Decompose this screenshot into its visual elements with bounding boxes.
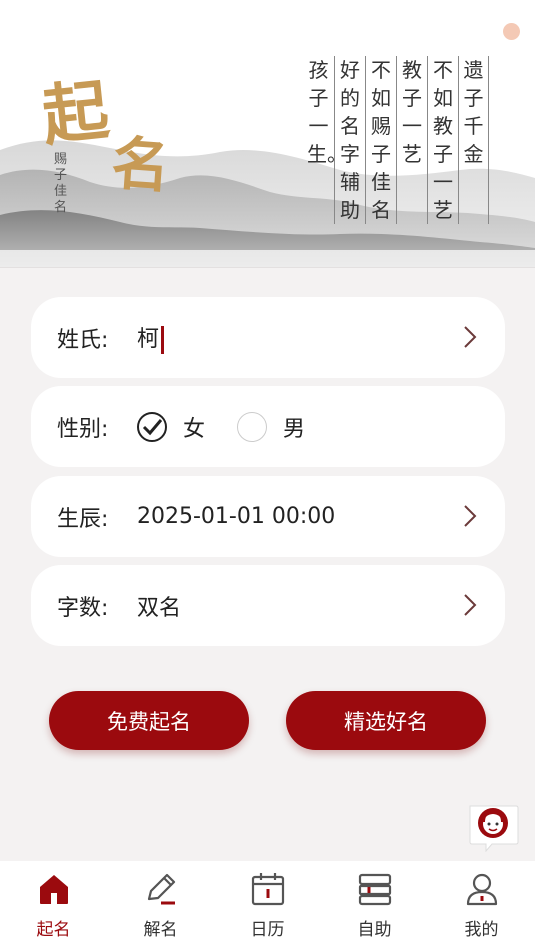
home-icon bbox=[39, 875, 68, 904]
surname-input[interactable]: 柯 bbox=[137, 321, 165, 354]
calendar-icon bbox=[251, 873, 284, 906]
tab-qiming[interactable]: 起名 bbox=[0, 861, 107, 951]
tab-label: 我的 bbox=[464, 920, 499, 940]
tab-jieming[interactable]: 解名 bbox=[107, 861, 214, 951]
banner-poem: 遗子千金 不如教子一艺 教子一艺 不如赐子佳名 好的名字辅助 孩子一生。 bbox=[303, 56, 489, 224]
surname-label: 姓氏: bbox=[57, 327, 109, 353]
tab-label: 日历 bbox=[250, 920, 285, 940]
text-cursor bbox=[161, 326, 165, 354]
birth-value: 2025-01-01 00:00 bbox=[137, 504, 336, 529]
premium-names-button[interactable]: 精选好名 bbox=[286, 691, 486, 750]
chevron-right-icon[interactable] bbox=[463, 504, 477, 528]
surname-value: 柯 bbox=[137, 327, 160, 352]
bottom-tab-bar: 起名 解名 日历 自助 我的 bbox=[0, 861, 535, 951]
gender-label: 性别: bbox=[57, 416, 109, 442]
name-length-value: 双名 bbox=[137, 595, 182, 621]
poem-column: 遗子千金 bbox=[458, 56, 489, 224]
poem-column: 教子一艺 bbox=[396, 56, 427, 224]
birth-label: 生辰: bbox=[57, 506, 109, 532]
customer-service-icon[interactable] bbox=[466, 802, 520, 852]
radio-checked-icon[interactable] bbox=[137, 411, 167, 442]
chevron-right-icon[interactable] bbox=[463, 325, 477, 349]
banner-title-qi: 起 bbox=[38, 70, 113, 156]
header-banner: 起 名 赐子佳名 遗子千金 不如教子一艺 教子一艺 不如赐子佳名 好的名字辅助 … bbox=[0, 0, 535, 268]
pencil-icon bbox=[147, 873, 175, 905]
poem-column: 不如赐子佳名 bbox=[365, 56, 396, 224]
chevron-right-icon[interactable] bbox=[463, 593, 477, 617]
tab-calendar[interactable]: 日历 bbox=[214, 861, 321, 951]
poem-column: 好的名字辅助 bbox=[334, 56, 365, 224]
tab-self-service[interactable]: 自助 bbox=[321, 861, 428, 951]
self-service-icon bbox=[358, 873, 391, 906]
radio-unchecked-icon[interactable] bbox=[237, 411, 268, 442]
gender-row: 性别: 女 男 bbox=[31, 386, 505, 467]
gender-option-female[interactable]: 女 bbox=[137, 411, 205, 443]
free-naming-button[interactable]: 免费起名 bbox=[49, 691, 249, 750]
name-length-label: 字数: bbox=[57, 595, 109, 621]
user-icon bbox=[466, 873, 497, 906]
gender-female-label: 女 bbox=[183, 416, 206, 442]
poem-column: 不如教子一艺 bbox=[427, 56, 458, 224]
banner-subtitle: 赐子佳名 bbox=[54, 152, 68, 215]
sun-decoration bbox=[503, 23, 520, 40]
poem-column: 孩子一生。 bbox=[307, 58, 347, 166]
tab-label: 解名 bbox=[143, 920, 178, 940]
gender-male-label: 男 bbox=[283, 416, 306, 442]
birth-row[interactable]: 生辰: 2025-01-01 00:00 bbox=[31, 476, 505, 557]
tab-label: 自助 bbox=[357, 920, 392, 940]
banner-title-ming: 名 bbox=[109, 129, 172, 201]
name-length-row[interactable]: 字数: 双名 bbox=[31, 565, 505, 646]
gender-option-male[interactable]: 男 bbox=[237, 411, 305, 443]
tab-label: 起名 bbox=[36, 920, 71, 940]
tab-mine[interactable]: 我的 bbox=[428, 861, 535, 951]
surname-row[interactable]: 姓氏: 柯 bbox=[31, 297, 505, 378]
